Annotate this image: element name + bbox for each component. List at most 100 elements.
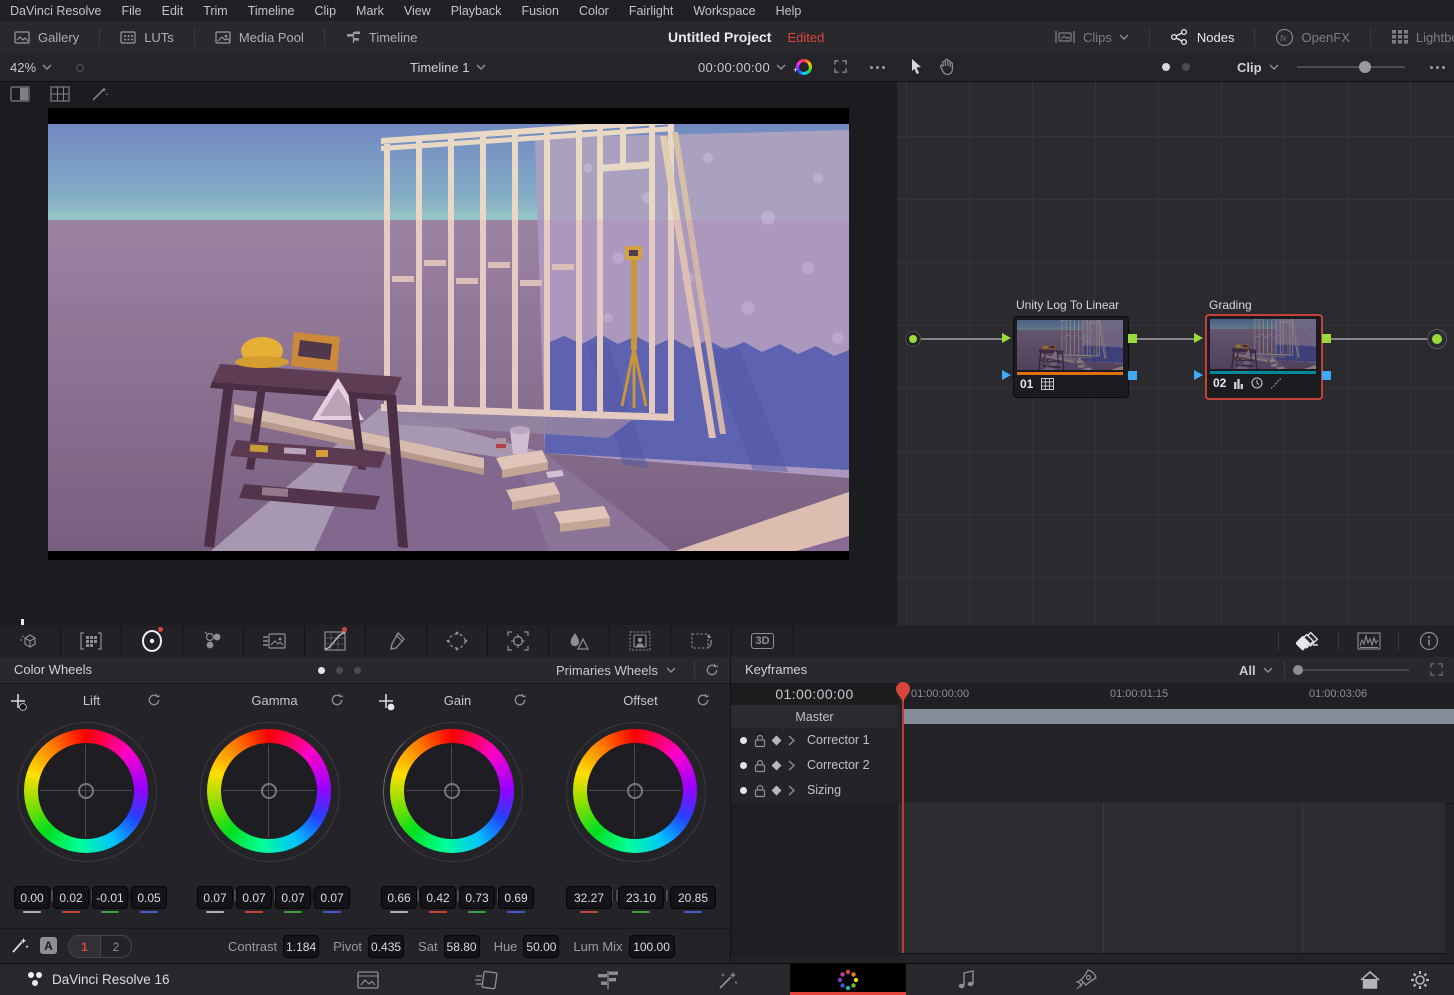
- menu-edit[interactable]: Edit: [152, 4, 194, 18]
- gain-reset-icon[interactable]: [512, 692, 528, 708]
- openfx-button[interactable]: fx OpenFX: [1269, 21, 1355, 53]
- node-input-key[interactable]: [1002, 370, 1011, 380]
- gamma-reset-icon[interactable]: [329, 692, 345, 708]
- timeline-select[interactable]: Timeline 1: [410, 53, 486, 81]
- lock-icon[interactable]: [754, 734, 766, 748]
- node-view-dot-active[interactable]: [1162, 63, 1170, 71]
- color-match-tab[interactable]: [61, 625, 122, 656]
- split-screen-icon[interactable]: [10, 86, 30, 102]
- settings-gear-button[interactable]: [1402, 967, 1438, 993]
- expand-viewer-icon[interactable]: [833, 59, 848, 74]
- wheel-center-handle[interactable]: [261, 783, 277, 799]
- sat-value[interactable]: 58.80: [444, 935, 480, 958]
- deliver-page-button[interactable]: [1068, 967, 1104, 993]
- hue-value[interactable]: 50.00: [523, 935, 559, 958]
- page-dot[interactable]: [336, 667, 343, 674]
- pointer-tool-icon[interactable]: [909, 58, 924, 75]
- menu-file[interactable]: File: [111, 4, 151, 18]
- keyframe-track-corrector2[interactable]: Corrector 2: [731, 753, 1454, 779]
- curves-tab[interactable]: [305, 625, 366, 656]
- master-track-bar[interactable]: [904, 709, 1454, 724]
- video-canvas[interactable]: [48, 108, 849, 560]
- corrector-node-01[interactable]: 01: [1013, 316, 1129, 398]
- gamma-master-value[interactable]: 0.07: [197, 886, 233, 909]
- wheel-center-handle[interactable]: [78, 783, 94, 799]
- stereo-3d-tab[interactable]: 3D: [732, 625, 794, 656]
- menu-fusion[interactable]: Fusion: [511, 4, 569, 18]
- gain-red-value[interactable]: 0.42: [420, 886, 456, 909]
- tracker-tab[interactable]: [488, 625, 549, 656]
- offset-blue-value[interactable]: 20.85: [670, 886, 716, 909]
- lum-mix-value[interactable]: 100.00: [629, 935, 675, 958]
- contrast-value[interactable]: 1.184: [283, 935, 319, 958]
- keyframe-diamond-icon[interactable]: [772, 786, 782, 796]
- track-enable-dot[interactable]: [740, 787, 747, 794]
- node-graph-canvas[interactable]: Unity Log To Linear 01 Grading: [897, 81, 1454, 625]
- node-zoom-slider[interactable]: [1297, 66, 1405, 68]
- keyframe-track-master[interactable]: Master: [731, 705, 1454, 729]
- lift-wheel[interactable]: [17, 722, 155, 860]
- key-tab[interactable]: [610, 625, 671, 656]
- node-options-icon[interactable]: [1430, 66, 1445, 69]
- project-home-button[interactable]: [1352, 967, 1388, 993]
- node-view-dot[interactable]: [1182, 63, 1190, 71]
- gamma-blue-value[interactable]: 0.07: [314, 886, 350, 909]
- grid-view-icon[interactable]: [50, 86, 70, 102]
- sizing-tab[interactable]: [671, 625, 732, 656]
- node-input-key[interactable]: [1194, 370, 1203, 380]
- track-enable-dot[interactable]: [740, 762, 747, 769]
- page-dot-active[interactable]: [318, 667, 325, 674]
- corrector-node-02[interactable]: 02: [1205, 314, 1323, 400]
- node-output-key[interactable]: [1322, 371, 1331, 380]
- node-input-rgb[interactable]: [1194, 333, 1203, 343]
- lift-red-value[interactable]: 0.02: [53, 886, 89, 909]
- menu-app[interactable]: DaVinci Resolve: [0, 4, 111, 18]
- chevron-right-icon[interactable]: [788, 760, 795, 771]
- offset-reset-icon[interactable]: [695, 692, 711, 708]
- keyframe-track-area[interactable]: [731, 803, 1454, 955]
- clips-button[interactable]: Clips: [1048, 21, 1135, 53]
- power-window-tab[interactable]: [427, 625, 488, 656]
- timeline-button[interactable]: Timeline: [339, 21, 424, 53]
- track-enable-dot[interactable]: [740, 737, 747, 744]
- offset-wheel[interactable]: [566, 722, 704, 860]
- tab-page-2[interactable]: 2: [101, 936, 131, 957]
- camera-raw-tab[interactable]: [0, 625, 61, 656]
- node-zoom-handle[interactable]: [1359, 61, 1371, 73]
- scopes-view-toggle[interactable]: [1339, 625, 1399, 656]
- enhanced-viewer-icon[interactable]: +: [796, 59, 812, 75]
- source-node[interactable]: [905, 331, 921, 347]
- gain-wheel[interactable]: [383, 722, 521, 860]
- gain-blue-value[interactable]: 0.69: [498, 886, 534, 909]
- keyframes-playhead-marker[interactable]: [895, 682, 911, 702]
- magic-wand-icon[interactable]: [90, 85, 110, 103]
- menu-playback[interactable]: Playback: [441, 4, 512, 18]
- color-page-button[interactable]: [830, 967, 866, 993]
- color-wheels-tab[interactable]: [122, 625, 183, 656]
- media-pool-button[interactable]: Media Pool: [209, 21, 310, 53]
- pivot-value[interactable]: 0.435: [368, 935, 404, 958]
- wheels-mode-select[interactable]: Primaries Wheels: [556, 657, 676, 683]
- keyframes-zoom-handle[interactable]: [1293, 665, 1303, 675]
- node-input-rgb[interactable]: [1002, 333, 1011, 343]
- hdr-wheels-tab[interactable]: [183, 625, 244, 656]
- node-output-key[interactable]: [1128, 371, 1137, 380]
- menu-help[interactable]: Help: [766, 4, 812, 18]
- wheel-center-handle[interactable]: [627, 783, 643, 799]
- lift-reset-icon[interactable]: [146, 692, 162, 708]
- lift-blue-value[interactable]: 0.05: [131, 886, 167, 909]
- luts-button[interactable]: LUTs: [114, 21, 180, 53]
- output-node[interactable]: [1427, 329, 1447, 349]
- pan-tool-icon[interactable]: [939, 58, 955, 75]
- keyframes-filter-select[interactable]: All: [1239, 657, 1273, 683]
- keyframes-expand-icon[interactable]: [1429, 662, 1444, 677]
- node-mode-select[interactable]: Clip: [1237, 53, 1279, 81]
- menu-view[interactable]: View: [394, 4, 441, 18]
- keyframe-diamond-icon[interactable]: [772, 736, 782, 746]
- auto-balance-badge[interactable]: A: [40, 937, 57, 954]
- edit-page-button[interactable]: [590, 967, 626, 993]
- viewer-options-icon[interactable]: [870, 66, 885, 69]
- keyframes-playhead-line[interactable]: [902, 683, 904, 953]
- qualifier-tab[interactable]: [366, 625, 427, 656]
- lock-icon[interactable]: [754, 759, 766, 773]
